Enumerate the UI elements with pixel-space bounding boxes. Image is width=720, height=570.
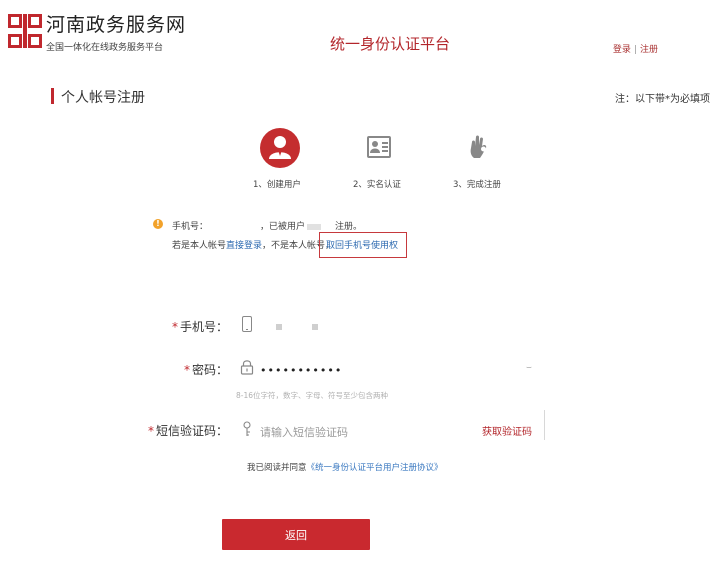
login-link[interactable]: 登录: [613, 45, 631, 55]
password-label: * 密码：: [183, 363, 228, 377]
warning-icon: !: [153, 219, 163, 229]
phone-used-text: ，已被用户: [260, 222, 306, 232]
step-1-circle: [260, 128, 300, 168]
register-link[interactable]: 注册: [640, 45, 658, 55]
step-2-label: 2、实名认证: [353, 180, 401, 190]
required-note: 注：以下带*为必填项: [615, 94, 710, 105]
ok-hand-icon: [470, 135, 487, 158]
password-hint: 8-16位字符，数字、字母、符号至少包含两种: [236, 391, 389, 400]
key-icon: [243, 421, 251, 436]
id-card-icon: [367, 136, 391, 158]
page-title: 个人帐号注册: [61, 90, 145, 106]
agree-prefix: 我已阅读并同意: [247, 463, 307, 473]
sms-code-label: * 短信验证码：: [148, 424, 229, 438]
required-mark: *: [171, 320, 178, 334]
masked-phone-segment: [312, 324, 318, 330]
get-code-button[interactable]: 获取验证码: [482, 423, 532, 438]
masked-phone-segment: [276, 324, 282, 330]
line2-prefix: 若是本人帐号: [172, 241, 227, 251]
registered-text: 注册。: [335, 222, 363, 232]
back-button[interactable]: 返回: [222, 519, 370, 550]
warning-line-2: 若是本人帐号直接登录，不是本人帐号，: [172, 238, 334, 251]
field-divider: [544, 410, 545, 440]
user-icon: [269, 136, 291, 159]
agreement-link[interactable]: 《统一身份认证平台用户注册协议》: [307, 463, 443, 473]
henan-logo-icon: [8, 14, 42, 48]
mobile-phone-icon: [242, 316, 252, 332]
site-tagline: 全国一体化在线政务服务平台: [46, 43, 164, 53]
phone-label: * 手机号：: [171, 320, 228, 334]
platform-title: 统一身份认证平台: [330, 35, 451, 53]
step-1-label: 1、创建用户: [253, 180, 301, 190]
masked-user: [307, 223, 322, 230]
top-links: 登录 | 注册: [613, 42, 658, 55]
warning-line-1: 手机号： ，已被用户 注册。: [172, 219, 362, 232]
section-accent-bar: [51, 88, 54, 104]
site-name: 河南政务服务网: [46, 14, 187, 36]
link-separator: |: [633, 45, 637, 55]
reclaim-phone-link[interactable]: 取回手机号使用权: [326, 238, 398, 251]
direct-login-link[interactable]: 直接登录: [226, 241, 262, 251]
lock-icon: [240, 360, 254, 375]
step-3-label: 3、完成注册: [453, 180, 501, 190]
eye-closed-icon[interactable]: ⌣: [526, 363, 532, 373]
phone-prefix: 手机号：: [172, 222, 209, 232]
sms-code-input[interactable]: [258, 422, 472, 442]
password-field[interactable]: [258, 360, 542, 380]
agreement-text: 我已阅读并同意《统一身份认证平台用户注册协议》: [247, 461, 443, 473]
